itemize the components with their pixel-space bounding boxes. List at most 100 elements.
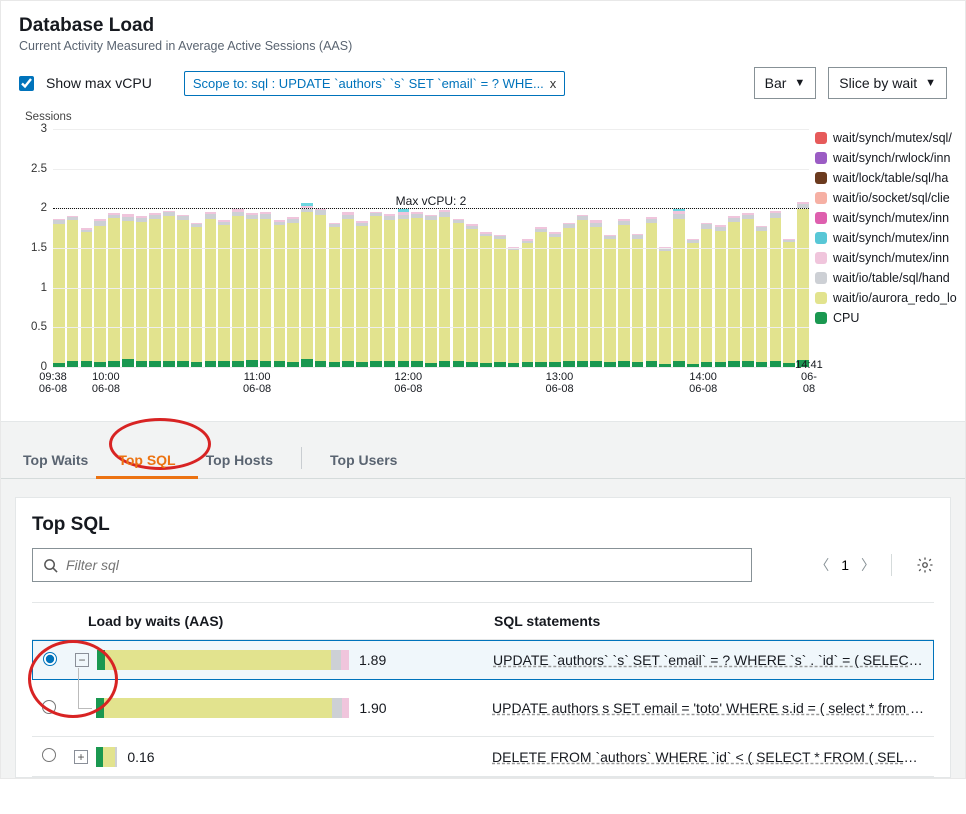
tab-top-waits[interactable]: Top Waits <box>19 446 92 478</box>
legend-item[interactable]: wait/io/table/sql/hand <box>815 271 963 285</box>
col-header-load[interactable]: Load by waits (AAS) <box>88 613 494 629</box>
slice-by-label: Slice by wait <box>839 75 917 91</box>
chart-bar[interactable] <box>659 247 671 367</box>
chart-bar[interactable] <box>632 234 644 367</box>
sql-statement[interactable]: UPDATE authors s SET email = 'toto' WHER… <box>492 700 934 716</box>
row-select-radio[interactable] <box>43 652 57 666</box>
legend-item[interactable]: wait/io/aurora_redo_lo <box>815 291 963 305</box>
filter-sql-input[interactable] <box>32 548 752 582</box>
show-max-vcpu-checkbox[interactable] <box>19 76 34 91</box>
chart-bar[interactable] <box>701 223 713 367</box>
load-bar <box>96 698 349 718</box>
chart-bar[interactable] <box>274 220 286 367</box>
table-row[interactable]: +0.16DELETE FROM `authors` WHERE `id` < … <box>32 737 934 777</box>
prev-page-icon[interactable]: 〈 <box>815 555 829 575</box>
chart-bar[interactable] <box>728 216 740 367</box>
chart-bar[interactable] <box>563 223 575 367</box>
y-axis-title: Sessions <box>25 111 809 123</box>
chart-bar[interactable] <box>466 224 478 367</box>
chart-bar[interactable] <box>604 235 616 367</box>
chart-bar[interactable] <box>522 239 534 367</box>
chart-bar[interactable] <box>577 215 589 367</box>
legend-swatch <box>815 132 827 144</box>
y-tick: 2.5 <box>31 163 47 175</box>
chart-bar[interactable] <box>425 215 437 367</box>
chart-bar[interactable] <box>329 223 341 367</box>
chart-bar[interactable] <box>149 213 161 367</box>
chart-bar[interactable] <box>797 202 809 367</box>
chart-bar[interactable] <box>453 219 465 367</box>
y-tick: 1.5 <box>31 242 47 254</box>
legend-item[interactable]: CPU <box>815 311 963 325</box>
sql-statement[interactable]: DELETE FROM `authors` WHERE `id` < ( SEL… <box>492 749 934 765</box>
tab-top-hosts[interactable]: Top Hosts <box>202 446 277 478</box>
legend-item[interactable]: wait/lock/table/sql/ha <box>815 171 963 185</box>
chart-bar[interactable] <box>191 223 203 367</box>
gear-icon[interactable] <box>916 556 934 574</box>
chart-bar[interactable] <box>342 212 354 367</box>
legend-label: wait/synch/mutex/inn <box>833 251 949 265</box>
chart-bar[interactable] <box>81 228 93 367</box>
next-page-icon[interactable]: 〉 <box>861 555 875 575</box>
sql-statement[interactable]: UPDATE `authors` `s` SET `email` = ? WHE… <box>493 652 933 668</box>
chart-bar[interactable] <box>136 216 148 367</box>
slice-by-select[interactable]: Slice by wait ▼ <box>828 67 947 99</box>
chart-bar[interactable] <box>770 211 782 367</box>
chart-bar[interactable] <box>301 203 313 367</box>
scope-filter-pill[interactable]: Scope to: sql : UPDATE `authors` `s` SET… <box>184 71 565 96</box>
chart-bar[interactable] <box>205 212 217 367</box>
chart-bar[interactable] <box>508 247 520 367</box>
legend-item[interactable]: wait/synch/mutex/inn <box>815 231 963 245</box>
collapse-icon[interactable]: − <box>75 653 89 667</box>
legend-item[interactable]: wait/synch/mutex/inn <box>815 211 963 225</box>
chart-bar[interactable] <box>94 219 106 367</box>
row-select-radio[interactable] <box>42 700 56 714</box>
load-chart[interactable]: 00.511.522.53 Max vCPU: 2 09:3806-0810:0… <box>19 125 809 395</box>
chart-bar[interactable] <box>549 232 561 367</box>
chart-bar[interactable] <box>411 212 423 367</box>
chart-bar[interactable] <box>756 226 768 367</box>
chart-bar[interactable] <box>53 219 65 367</box>
tabs: Top Waits Top SQL Top Hosts Top Users <box>1 422 965 479</box>
chart-bar[interactable] <box>384 214 396 367</box>
chart-bar[interactable] <box>742 213 754 367</box>
chart-bar[interactable] <box>177 215 189 367</box>
chart-bar[interactable] <box>370 212 382 367</box>
col-header-sql[interactable]: SQL statements <box>494 613 934 629</box>
chart-bar[interactable] <box>246 213 258 367</box>
tab-top-users[interactable]: Top Users <box>326 446 401 478</box>
chart-bar[interactable] <box>218 220 230 367</box>
viz-type-select[interactable]: Bar ▼ <box>754 67 817 99</box>
chart-bar[interactable] <box>687 239 699 368</box>
chart-bar[interactable] <box>494 235 506 367</box>
chart-bar[interactable] <box>783 239 795 367</box>
legend-item[interactable]: wait/synch/mutex/inn <box>815 251 963 265</box>
close-icon[interactable]: x <box>550 76 557 91</box>
legend-label: wait/io/socket/sql/clie <box>833 191 950 205</box>
row-select-radio[interactable] <box>42 748 56 762</box>
legend-item[interactable]: wait/io/socket/sql/clie <box>815 191 963 205</box>
y-tick: 0.5 <box>31 321 47 333</box>
chart-bar[interactable] <box>480 232 492 367</box>
legend-label: wait/synch/mutex/inn <box>833 231 949 245</box>
expand-icon[interactable]: + <box>74 750 88 764</box>
chart-bar[interactable] <box>287 217 299 367</box>
chart-bar[interactable] <box>715 225 727 367</box>
chart-bar[interactable] <box>356 221 368 367</box>
filter-sql-field[interactable] <box>66 557 741 573</box>
chart-bar[interactable] <box>122 214 134 367</box>
max-vcpu-label: Max vCPU: 2 <box>394 194 469 208</box>
table-row[interactable]: −1.89UPDATE `authors` `s` SET `email` = … <box>32 640 934 680</box>
table-row[interactable]: 1.90UPDATE authors s SET email = 'toto' … <box>32 680 934 737</box>
chart-bar[interactable] <box>163 211 175 367</box>
chart-bar[interactable] <box>108 213 120 367</box>
chart-bar[interactable] <box>618 219 630 367</box>
legend-item[interactable]: wait/synch/rwlock/inn <box>815 151 963 165</box>
x-tick: 11:0006-08 <box>243 371 271 395</box>
chart-bar[interactable] <box>67 216 79 368</box>
chart-bar[interactable] <box>260 212 272 367</box>
legend-item[interactable]: wait/synch/mutex/sql/ <box>815 131 963 145</box>
tab-top-sql[interactable]: Top SQL <box>114 446 179 478</box>
chart-bar[interactable] <box>646 217 658 367</box>
chart-bar[interactable] <box>590 220 602 367</box>
